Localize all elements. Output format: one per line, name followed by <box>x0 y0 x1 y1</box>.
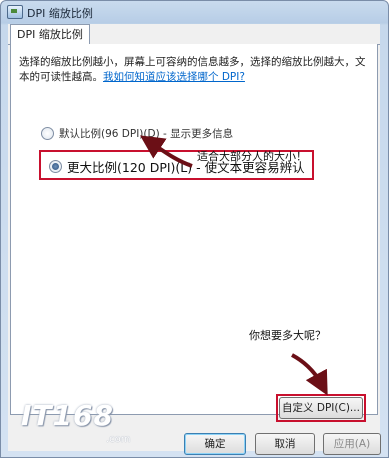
radio-larger-120dpi[interactable] <box>49 160 62 173</box>
custom-dpi-button[interactable]: 自定义 DPI(C)... <box>279 397 363 419</box>
annotation-suits-most: 适合大部分人的大小！ <box>197 150 307 163</box>
help-link[interactable]: 我如何知道应该选择哪个 DPI? <box>103 71 245 83</box>
window-title: DPI 缩放比例 <box>27 7 93 20</box>
tab-dpi-scaling[interactable]: DPI 缩放比例 <box>10 24 90 45</box>
description-text: 选择的缩放比例越小，屏幕上可容纳的信息越多，选择的缩放比例越大，文本的可读性越高… <box>19 55 373 85</box>
annotation-how-big: 你想要多大呢？ <box>249 329 326 342</box>
watermark-logo: IT168 <box>21 399 114 432</box>
cancel-button[interactable]: 取消 <box>255 433 315 455</box>
apply-button[interactable]: 应用(A) <box>323 433 381 455</box>
tab-panel: 选择的缩放比例越小，屏幕上可容纳的信息越多，选择的缩放比例越大，文本的可读性越高… <box>10 44 378 415</box>
ok-button[interactable]: 确定 <box>184 433 246 455</box>
title-bar[interactable]: DPI 缩放比例 <box>1 1 388 23</box>
dpi-dialog-window: DPI 缩放比例 DPI 缩放比例 选择的缩放比例越小，屏幕上可容纳的信息越多，… <box>0 0 389 458</box>
tab-strip: DPI 缩放比例 <box>8 24 380 45</box>
option-default-label: 默认比例(96 DPI)(D) - 显示更多信息 <box>59 128 234 140</box>
radio-default-96dpi[interactable] <box>41 127 54 140</box>
watermark-sub: .com <box>106 434 131 445</box>
dialog-client-area: DPI 缩放比例 选择的缩放比例越小，屏幕上可容纳的信息越多，选择的缩放比例越大… <box>8 24 380 451</box>
option-default-96dpi[interactable]: 默认比例(96 DPI)(D) - 显示更多信息 <box>41 126 233 141</box>
monitor-icon <box>7 5 23 19</box>
